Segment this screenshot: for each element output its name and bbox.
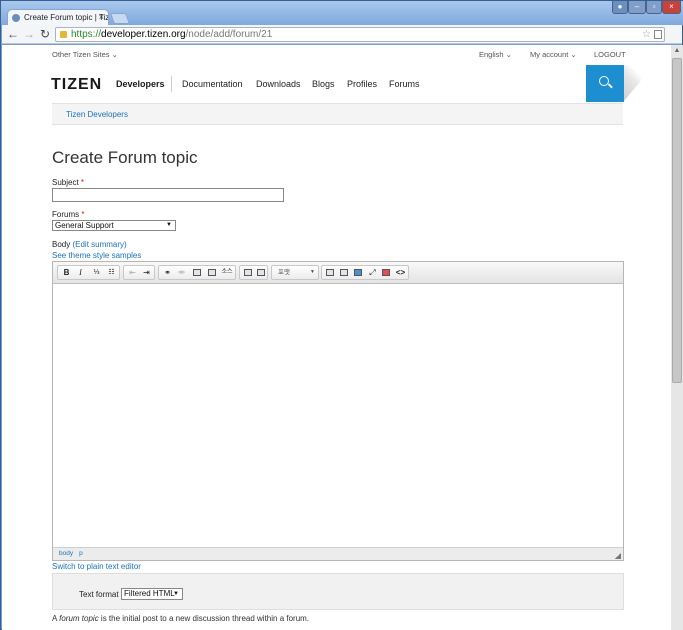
source-button[interactable]: 소스 <box>219 267 235 278</box>
forward-arrow-icon[interactable]: → <box>22 27 36 41</box>
scrollbar-thumb[interactable] <box>672 58 682 383</box>
title-bar: Create Forum topic | Tize × ● – ▫ × <box>1 1 683 26</box>
iframe-icon[interactable] <box>208 269 216 276</box>
path-p[interactable]: p <box>79 550 83 557</box>
utility-bar: Other Tizen Sites ⌄ English ⌄ My account… <box>2 45 671 64</box>
nav-downloads[interactable]: Downloads <box>256 79 301 89</box>
ordered-list-button[interactable]: ⅓ <box>91 267 102 278</box>
code-icon[interactable]: <> <box>395 267 406 278</box>
tizen-logo[interactable]: TIZEN <box>51 76 102 94</box>
subject-input[interactable] <box>52 188 284 202</box>
paste-word-icon[interactable] <box>257 269 265 276</box>
browser-tab[interactable]: Create Forum topic | Tize × <box>7 9 109 26</box>
page-curl-decoration <box>624 65 654 101</box>
language-dropdown[interactable]: English ⌄ <box>479 50 512 59</box>
edit-summary-link[interactable]: (Edit summary) <box>72 240 126 249</box>
editor-toolbar: B I ⅓ ☷ ⇤ ⇥ ⚭ ⚮ 소스 포맷 ▼ ⤢ <> <box>53 262 623 284</box>
tab-title: Create Forum topic | Tize <box>24 13 109 22</box>
remove-format-icon[interactable] <box>382 269 390 276</box>
rich-text-editor: B I ⅓ ☷ ⇤ ⇥ ⚭ ⚮ 소스 포맷 ▼ ⤢ <> body p <box>52 261 624 561</box>
table-icon[interactable] <box>326 269 334 276</box>
subject-label: Subject * <box>52 178 85 187</box>
address-bar[interactable]: https://developer.tizen.org/node/add/for… <box>55 27 665 42</box>
forums-label: Forums * <box>52 210 85 219</box>
nav-documentation[interactable]: Documentation <box>182 79 243 89</box>
vertical-scrollbar[interactable]: ▲ <box>671 45 683 630</box>
paste-text-icon[interactable] <box>244 269 252 276</box>
path-body[interactable]: body <box>59 550 73 557</box>
close-window-button[interactable]: × <box>662 1 681 14</box>
media-icon[interactable] <box>354 269 362 276</box>
editor-content-area[interactable] <box>53 285 623 547</box>
site-header: TIZEN Developers Documentation Downloads… <box>2 64 671 103</box>
maximize-icon[interactable]: ⤢ <box>367 267 378 278</box>
breadcrumb: Tizen Developers <box>52 103 623 125</box>
help-text: A forum topic is the initial post to a n… <box>52 614 310 623</box>
logout-link[interactable]: LOGOUT <box>594 50 626 59</box>
theme-samples-link[interactable]: See theme style samples <box>52 251 141 260</box>
scroll-up-icon[interactable]: ▲ <box>671 45 683 56</box>
toolbar-group-basic: B I ⅓ ☷ <box>57 265 120 280</box>
text-format-select[interactable]: Filtered HTML ▼ <box>121 588 183 600</box>
body-label: Body (Edit summary) <box>52 240 127 249</box>
toolbar-group-indent: ⇤ ⇥ <box>123 265 155 280</box>
browser-window: Create Forum topic | Tize × ● – ▫ × ← → … <box>0 0 683 630</box>
italic-button[interactable]: I <box>75 267 86 278</box>
toolbar-group-paste <box>239 265 268 280</box>
link-button[interactable]: ⚭ <box>162 267 173 278</box>
bullet-list-button[interactable]: ☷ <box>106 267 117 278</box>
my-account-dropdown[interactable]: My account ⌄ <box>530 50 577 59</box>
developers-label[interactable]: Developers <box>116 79 165 89</box>
image-icon[interactable] <box>193 269 201 276</box>
bold-button[interactable]: B <box>61 267 72 278</box>
nav-profiles[interactable]: Profiles <box>347 79 377 89</box>
nav-blogs[interactable]: Blogs <box>312 79 335 89</box>
format-dropdown[interactable]: 포맷 ▼ <box>271 265 319 280</box>
maximize-button[interactable]: ▫ <box>646 1 662 14</box>
chevron-down-icon: ▼ <box>310 269 315 275</box>
bookmark-star-icon[interactable]: ☆ <box>642 28 651 41</box>
indent-button[interactable]: ⇥ <box>141 267 152 278</box>
page-viewport: Other Tizen Sites ⌄ English ⌄ My account… <box>2 45 671 630</box>
tizen-favicon-icon <box>12 14 20 22</box>
unlink-button[interactable]: ⚮ <box>176 267 187 278</box>
back-arrow-icon[interactable]: ← <box>6 27 20 41</box>
editor-element-path: body p <box>53 547 623 560</box>
page-title: Create Forum topic <box>52 148 198 167</box>
minimize-button[interactable]: – <box>628 1 646 14</box>
other-sites-dropdown[interactable]: Other Tizen Sites ⌄ <box>52 50 118 59</box>
forums-select[interactable]: General Support ▼ <box>52 220 176 231</box>
header-divider <box>171 76 172 92</box>
resize-handle-icon[interactable] <box>615 553 621 559</box>
new-tab-button[interactable] <box>109 13 131 24</box>
url-text: https://developer.tizen.org/node/add/for… <box>71 29 273 40</box>
switch-plain-editor-link[interactable]: Switch to plain text editor <box>52 562 141 571</box>
required-mark: * <box>80 178 85 187</box>
nav-forums[interactable]: Forums <box>389 79 420 89</box>
page-action-icon[interactable] <box>654 30 662 39</box>
chevron-down-icon: ▼ <box>166 222 172 228</box>
search-icon-handle <box>608 83 613 89</box>
required-mark: * <box>81 210 85 219</box>
user-icon[interactable]: ● <box>612 1 628 14</box>
outdent-button[interactable]: ⇤ <box>127 267 138 278</box>
reload-icon[interactable]: ↻ <box>38 27 52 41</box>
text-format-panel: Text format Filtered HTML ▼ <box>52 573 624 610</box>
text-format-label: Text format <box>79 590 119 599</box>
chevron-down-icon: ▼ <box>173 591 179 597</box>
search-button[interactable] <box>586 65 624 102</box>
special-char-icon[interactable] <box>340 269 348 276</box>
tab-close-icon[interactable]: × <box>99 10 104 25</box>
browser-toolbar: ← → ↻ https://developer.tizen.org/node/a… <box>2 25 682 63</box>
lock-icon <box>60 31 67 38</box>
toolbar-group-tools: ⤢ <> <box>321 265 409 280</box>
toolbar-group-insert: ⚭ ⚮ 소스 <box>158 265 236 280</box>
breadcrumb-tizen-developers[interactable]: Tizen Developers <box>66 110 128 119</box>
